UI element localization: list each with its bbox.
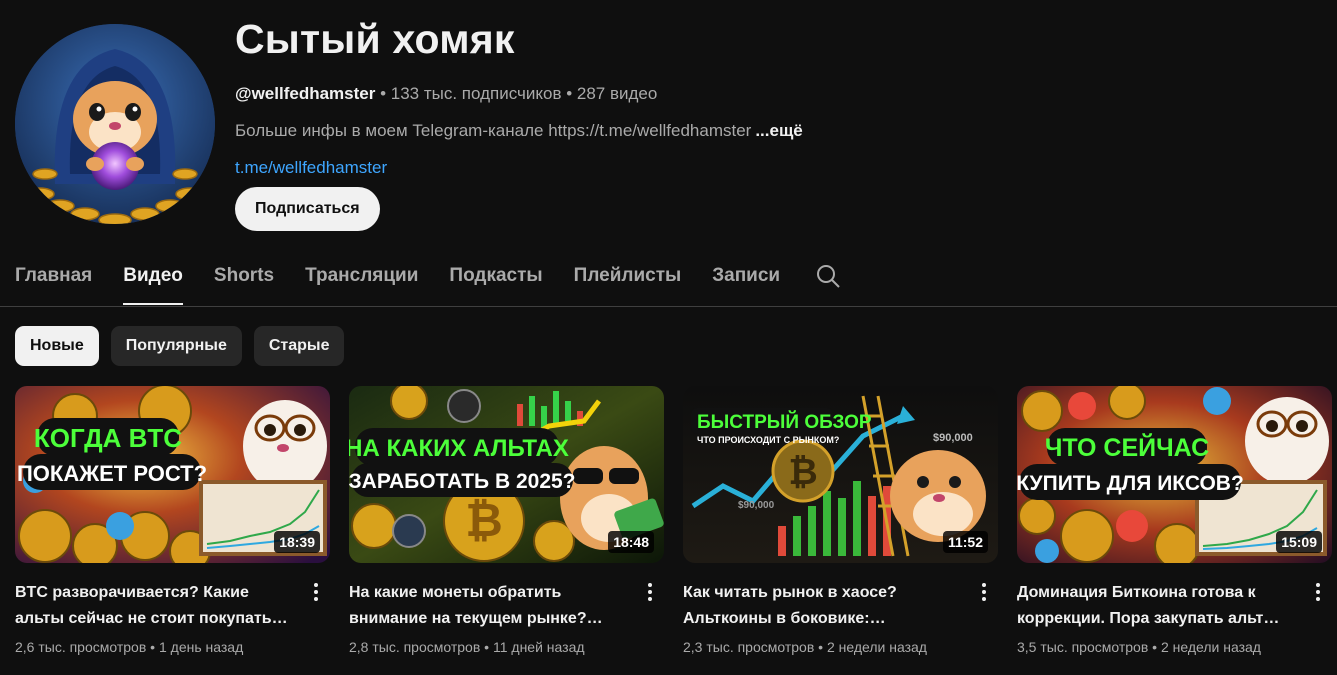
video-thumbnail[interactable]: КОГДА BTC ПОКАЖЕТ РОСТ? 18:39 bbox=[15, 386, 330, 563]
video-card[interactable]: КОГДА BTC ПОКАЖЕТ РОСТ? 18:39 BTC развор… bbox=[15, 386, 330, 657]
chip-popular[interactable]: Популярные bbox=[110, 326, 242, 366]
upload-age: 1 день назад bbox=[158, 639, 244, 655]
meta-separator: • bbox=[375, 84, 391, 103]
thumb-headline-1: БЫСТРЫЙ ОБЗОР bbox=[697, 411, 872, 433]
channel-meta: @wellfedhamster • 133 тыс. подписчиков •… bbox=[235, 84, 803, 104]
video-title-row: BTC разворачивается? Какие альты сейчас … bbox=[15, 580, 330, 632]
search-icon[interactable] bbox=[816, 264, 840, 288]
video-count: 287 видео bbox=[576, 84, 658, 103]
view-count: 2,6 тыс. просмотров bbox=[15, 639, 147, 655]
video-duration: 15:09 bbox=[1276, 531, 1322, 553]
svg-text:₿: ₿ bbox=[465, 494, 503, 546]
sort-chips: Новые Популярные Старые bbox=[15, 326, 345, 366]
channel-info: Сытый хомяк @wellfedhamster • 133 тыс. п… bbox=[235, 14, 803, 178]
video-duration: 18:39 bbox=[274, 531, 320, 553]
video-thumbnail[interactable]: ЧТО СЕЙЧАС КУПИТЬ ДЛЯ ИКСОВ? 15:09 bbox=[1017, 386, 1332, 563]
thumb-headline-1: КОГДА BTC bbox=[34, 423, 182, 453]
video-meta: 2,6 тыс. просмотров • 1 день назад bbox=[15, 637, 330, 657]
subscriber-count: 133 тыс. подписчиков bbox=[390, 84, 562, 103]
video-meta: 2,8 тыс. просмотров • 11 дней назад bbox=[349, 637, 664, 657]
thumb-headline-1: ЧТО СЕЙЧАС bbox=[1045, 432, 1209, 462]
tabs-divider bbox=[0, 306, 1337, 307]
thumb-headline-2: КУПИТЬ ДЛЯ ИКСОВ? bbox=[1017, 472, 1244, 495]
more-actions-icon[interactable] bbox=[1308, 580, 1328, 604]
view-count: 3,5 тыс. просмотров bbox=[1017, 639, 1149, 655]
video-meta: 3,5 тыс. просмотров • 2 недели назад bbox=[1017, 637, 1332, 657]
video-card[interactable]: ₿ $90,000 $90,000 БЫСТРЫЙ ОБЗОР ЧТО ПРОИ… bbox=[683, 386, 998, 657]
more-link[interactable]: ...ещё bbox=[755, 121, 802, 140]
view-count: 2,8 тыс. просмотров bbox=[349, 639, 481, 655]
tab-live[interactable]: Трансляции bbox=[305, 252, 418, 306]
tab-posts[interactable]: Записи bbox=[712, 252, 780, 306]
video-thumbnail[interactable]: ₿ НА КАКИХ АЛЬТАХ ЗАРАБОТАТЬ В 2025? 18:… bbox=[349, 386, 664, 563]
tab-videos[interactable]: Видео bbox=[123, 252, 183, 306]
channel-avatar[interactable] bbox=[15, 24, 215, 224]
more-actions-icon[interactable] bbox=[306, 580, 326, 604]
meta-separator: • bbox=[561, 84, 577, 103]
thumb-headline-2: ПОКАЖЕТ РОСТ? bbox=[17, 461, 207, 486]
channel-description[interactable]: Больше инфы в моем Telegram-канале https… bbox=[235, 121, 803, 141]
video-title[interactable]: Как читать рынок в хаосе? Альткоины в бо… bbox=[683, 580, 968, 632]
more-actions-icon[interactable] bbox=[640, 580, 660, 604]
channel-handle: @wellfedhamster bbox=[235, 84, 376, 103]
svg-text:₿: ₿ bbox=[788, 451, 817, 492]
chip-oldest[interactable]: Старые bbox=[253, 326, 345, 366]
video-title[interactable]: BTC разворачивается? Какие альты сейчас … bbox=[15, 580, 300, 632]
video-thumbnail[interactable]: ₿ $90,000 $90,000 БЫСТРЫЙ ОБЗОР ЧТО ПРОИ… bbox=[683, 386, 998, 563]
video-title-row: Доминация Биткоина готова к коррекции. П… bbox=[1017, 580, 1332, 632]
video-card[interactable]: ЧТО СЕЙЧАС КУПИТЬ ДЛЯ ИКСОВ? 15:09 Домин… bbox=[1017, 386, 1332, 657]
channel-link[interactable]: t.me/wellfedhamster bbox=[235, 158, 803, 178]
meta-separator: • bbox=[480, 639, 493, 655]
tab-podcasts[interactable]: Подкасты bbox=[449, 252, 542, 306]
thumb-headline-2: ЗАРАБОТАТЬ В 2025? bbox=[349, 470, 576, 493]
tab-playlists[interactable]: Плейлисты bbox=[574, 252, 682, 306]
tab-shorts[interactable]: Shorts bbox=[214, 252, 274, 306]
thumb-price-label: $90,000 bbox=[933, 432, 973, 444]
video-duration: 18:48 bbox=[608, 531, 654, 553]
video-title[interactable]: Доминация Биткоина готова к коррекции. П… bbox=[1017, 580, 1302, 632]
meta-separator: • bbox=[146, 639, 159, 655]
video-title-row: Как читать рынок в хаосе? Альткоины в бо… bbox=[683, 580, 998, 632]
chip-newest[interactable]: Новые bbox=[15, 326, 99, 366]
meta-separator: • bbox=[1148, 639, 1161, 655]
video-meta: 2,3 тыс. просмотров • 2 недели назад bbox=[683, 637, 998, 657]
thumb-price-label: $90,000 bbox=[738, 500, 775, 511]
channel-title: Сытый хомяк bbox=[235, 16, 515, 62]
video-duration: 11:52 bbox=[942, 531, 988, 553]
channel-tabs: Главная Видео Shorts Трансляции Подкасты… bbox=[15, 252, 811, 306]
description-text: Больше инфы в моем Telegram-канале https… bbox=[235, 121, 752, 140]
meta-separator: • bbox=[814, 639, 827, 655]
upload-age: 2 недели назад bbox=[826, 639, 927, 655]
hamster-avatar-image bbox=[15, 24, 215, 224]
subscribe-button[interactable]: Подписаться bbox=[235, 187, 380, 231]
view-count: 2,3 тыс. просмотров bbox=[683, 639, 815, 655]
video-card[interactable]: ₿ НА КАКИХ АЛЬТАХ ЗАРАБОТАТЬ В 2025? 18:… bbox=[349, 386, 664, 657]
thumb-headline-2: ЧТО ПРОИСХОДИТ С РЫНКОМ? bbox=[697, 435, 839, 445]
video-title-row: На какие монеты обратить внимание на тек… bbox=[349, 580, 664, 632]
more-actions-icon[interactable] bbox=[974, 580, 994, 604]
thumb-headline-1: НА КАКИХ АЛЬТАХ bbox=[349, 435, 569, 462]
video-title[interactable]: На какие монеты обратить внимание на тек… bbox=[349, 580, 634, 632]
tab-home[interactable]: Главная bbox=[15, 252, 92, 306]
upload-age: 2 недели назад bbox=[1160, 639, 1261, 655]
upload-age: 11 дней назад bbox=[492, 639, 585, 655]
